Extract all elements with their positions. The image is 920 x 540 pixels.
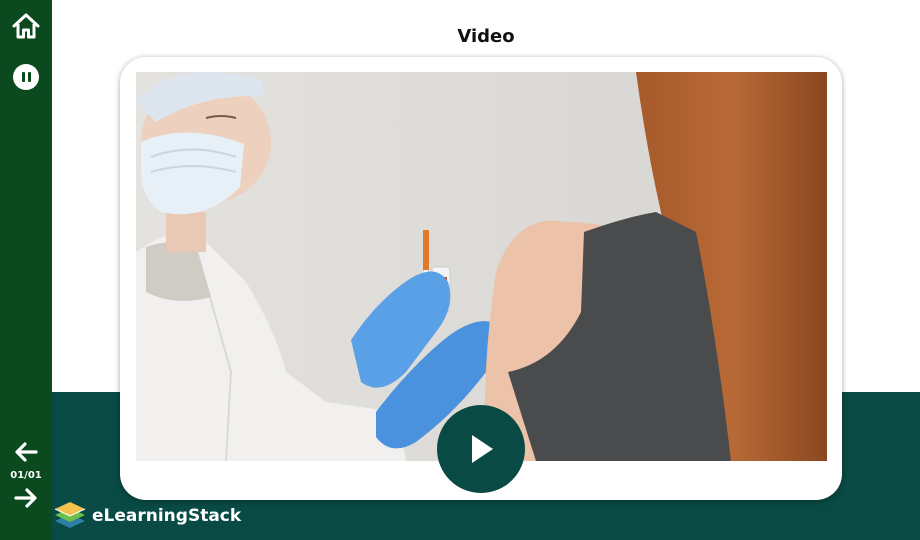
pause-button[interactable] xyxy=(0,62,52,92)
stack-logo-icon xyxy=(54,502,86,528)
home-button[interactable] xyxy=(0,10,52,42)
arrow-right-icon xyxy=(14,488,37,508)
play-icon xyxy=(472,435,493,463)
home-icon xyxy=(12,13,40,39)
page-counter: 01/01 xyxy=(10,470,42,481)
brand-logo: eLearningStack xyxy=(52,498,241,534)
pause-icon xyxy=(13,64,39,90)
previous-button[interactable] xyxy=(0,441,52,463)
play-button[interactable] xyxy=(437,405,525,493)
vaccination-scene-image xyxy=(136,72,827,461)
sidebar: 01/01 xyxy=(0,0,52,540)
next-button[interactable] xyxy=(0,487,52,509)
brand-name: eLearningStack xyxy=(92,506,242,526)
page-title: Video xyxy=(457,26,515,47)
arrow-left-icon xyxy=(15,442,38,462)
video-thumbnail[interactable] xyxy=(136,72,827,461)
